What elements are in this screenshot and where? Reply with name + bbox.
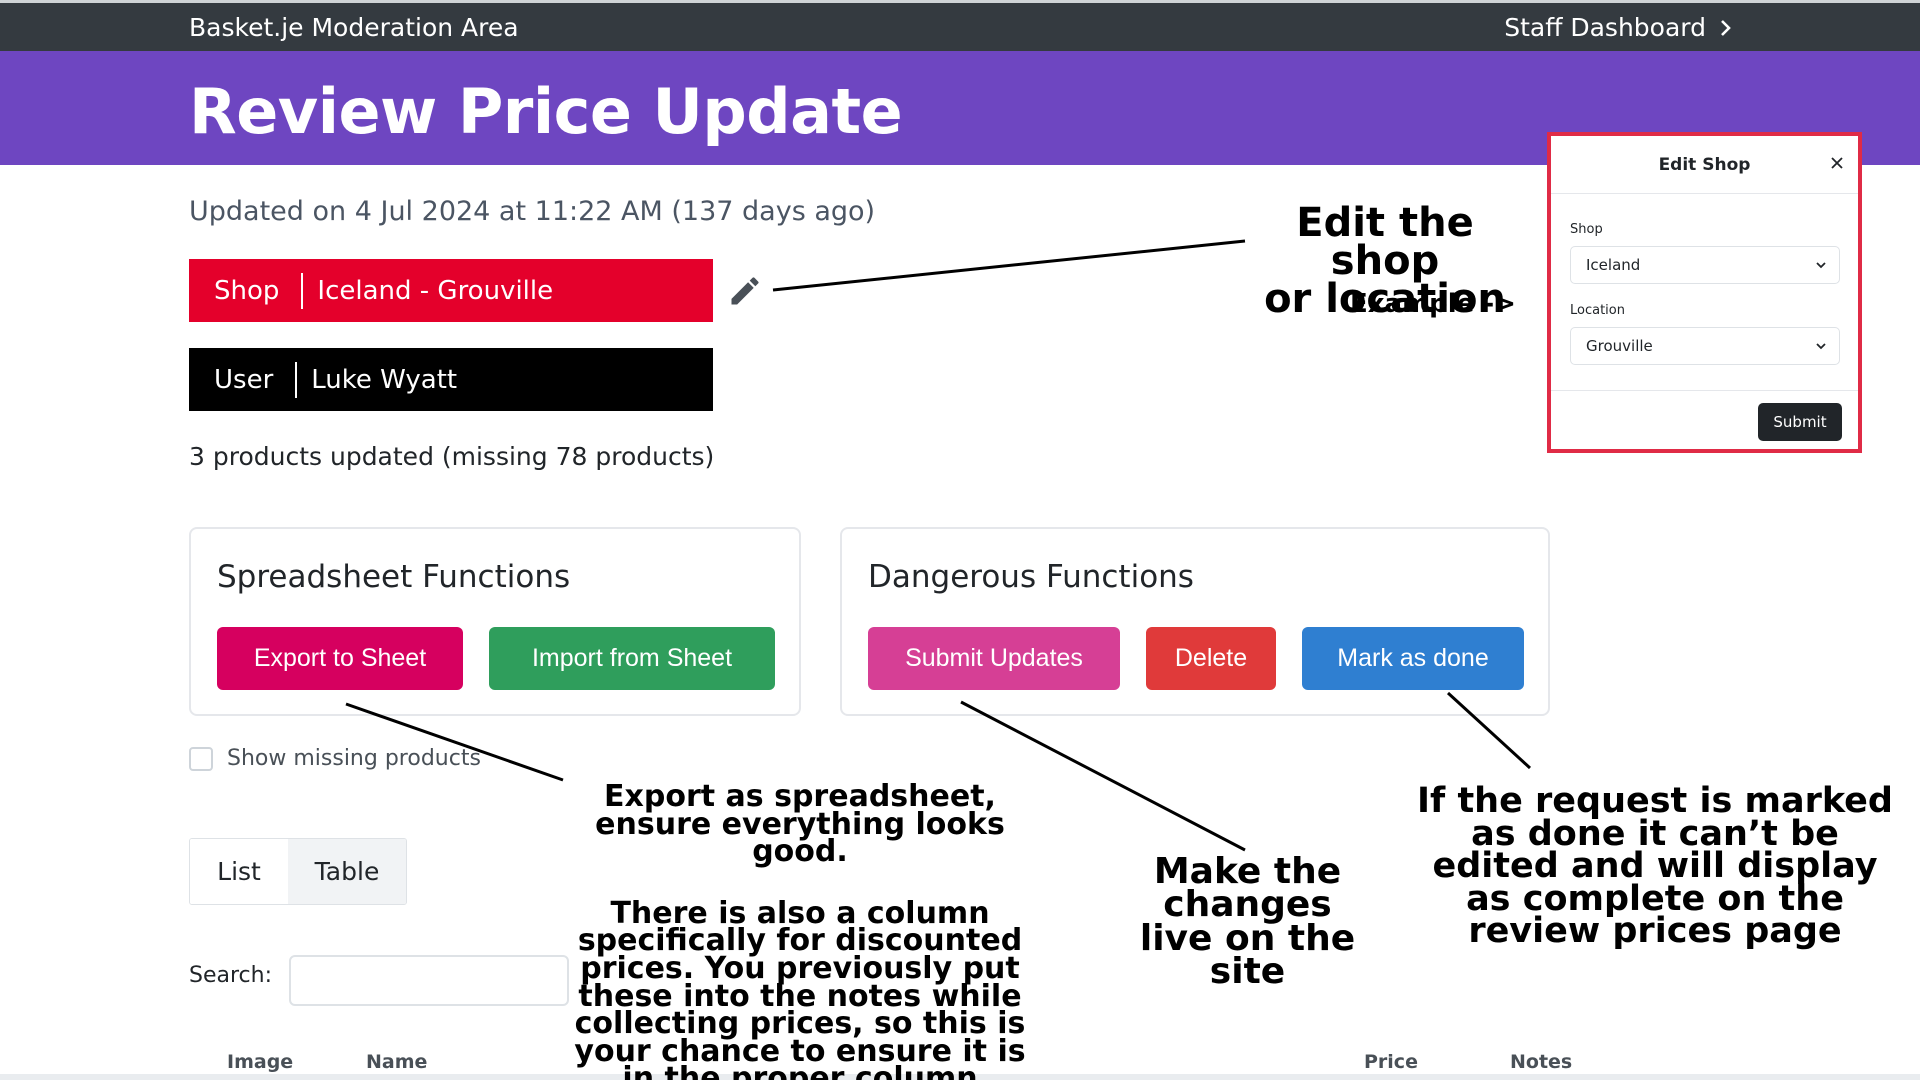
modal-submit-button[interactable]: Submit	[1758, 403, 1842, 441]
delete-button[interactable]: Delete	[1146, 627, 1276, 690]
chevron-down-icon	[1816, 343, 1826, 350]
annotation-make-live: Make the changes live on the site	[1139, 851, 1356, 993]
annotation-export-para2: There is also a column specifically for …	[574, 895, 1026, 1080]
annotation-edit-line1: Edit the shop	[1296, 200, 1474, 284]
spreadsheet-functions-title: Spreadsheet Functions	[217, 559, 571, 595]
shop-badge-value: Iceland - Grouville	[317, 275, 554, 306]
show-missing-checkbox[interactable]	[189, 746, 213, 771]
updated-timestamp: Updated on 4 Jul 2024 at 11:22 AM (137 d…	[189, 196, 876, 227]
pencil-icon[interactable]	[727, 273, 763, 309]
mark-as-done-button[interactable]: Mark as done	[1302, 627, 1524, 690]
chevron-down-icon	[1816, 262, 1826, 269]
modal-shop-label: Shop	[1570, 222, 1603, 237]
annotation-export: Export as spreadsheet, ensure everything…	[555, 779, 1045, 1080]
user-badge-value: Luke Wyatt	[311, 364, 458, 395]
column-header-price[interactable]: Price	[1364, 1051, 1418, 1073]
dangerous-functions-card: Dangerous Functions Submit Updates Delet…	[840, 527, 1550, 716]
annotation-example: Example ->	[1350, 289, 1516, 319]
import-from-sheet-button[interactable]: Import from Sheet	[489, 627, 775, 690]
modal-header-divider	[1551, 193, 1858, 194]
modal-shop-select[interactable]: Iceland	[1570, 246, 1840, 284]
dangerous-functions-title: Dangerous Functions	[868, 559, 1194, 595]
shop-badge-key: Shop	[189, 272, 304, 309]
shop-badge: Shop Iceland - Grouville	[189, 259, 713, 322]
view-table-button[interactable]: Table	[288, 839, 406, 904]
staff-dashboard-label: Staff Dashboard	[1504, 13, 1706, 42]
staff-dashboard-link[interactable]: Staff Dashboard	[1504, 13, 1732, 42]
modal-footer-divider	[1551, 390, 1858, 391]
show-missing-toggle[interactable]: Show missing products	[189, 746, 481, 771]
page-title: Review Price Update	[189, 75, 903, 148]
search-input[interactable]	[289, 955, 569, 1006]
modal-location-select[interactable]: Grouville	[1570, 327, 1840, 365]
products-updated-count: 3 products updated (missing 78 products)	[189, 442, 715, 471]
column-header-name[interactable]: Name	[366, 1051, 427, 1073]
brand-title[interactable]: Basket.je Moderation Area	[189, 13, 519, 42]
modal-title: Edit Shop	[1658, 155, 1751, 175]
close-icon[interactable]	[1828, 154, 1846, 172]
chevron-right-icon	[1721, 19, 1731, 36]
user-badge-key: User	[189, 361, 298, 398]
show-missing-label: Show missing products	[227, 746, 481, 771]
annotation-export-para1: Export as spreadsheet, ensure everything…	[595, 779, 1005, 870]
arrow-edit-shop	[772, 239, 1246, 292]
submit-updates-button[interactable]: Submit Updates	[868, 627, 1120, 690]
edit-shop-modal: Edit Shop Shop Iceland Location Grouvill…	[1547, 132, 1862, 453]
annotation-mark-done: If the request is marked as done it can’…	[1417, 781, 1893, 952]
spreadsheet-functions-card: Spreadsheet Functions Export to Sheet Im…	[189, 527, 801, 716]
modal-location-value: Grouville	[1586, 337, 1653, 355]
export-to-sheet-button[interactable]: Export to Sheet	[217, 627, 463, 690]
user-badge: User Luke Wyatt	[189, 348, 713, 411]
column-header-image[interactable]: Image	[227, 1051, 293, 1073]
top-navbar: Basket.je Moderation Area Staff Dashboar…	[0, 0, 1920, 51]
view-toggle: List Table	[189, 838, 407, 905]
search-label: Search:	[189, 963, 272, 988]
modal-location-label: Location	[1570, 303, 1625, 318]
view-list-button[interactable]: List	[190, 839, 288, 904]
modal-shop-value: Iceland	[1586, 256, 1641, 274]
column-header-notes[interactable]: Notes	[1510, 1051, 1572, 1073]
